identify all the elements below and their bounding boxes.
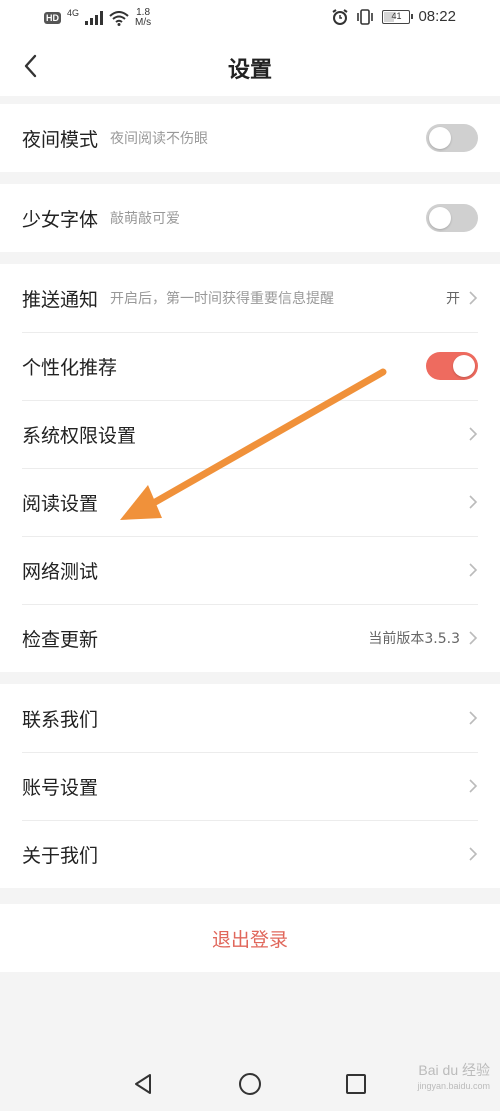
personalized-recommend-title: 个性化推荐: [22, 356, 118, 379]
personalized-recommend-right: [426, 352, 478, 380]
personalized-recommend-toggle[interactable]: [426, 352, 478, 380]
wifi-icon: [109, 10, 129, 26]
night-mode-row[interactable]: 夜间模式 夜间阅读不伤眼: [0, 104, 500, 172]
girl-font-toggle[interactable]: [426, 204, 478, 232]
account-settings-title: 账号设置: [22, 776, 99, 799]
status-right: 41 08:22: [332, 8, 456, 25]
vibrate-icon: [357, 8, 374, 25]
square-recents-icon[interactable]: [342, 1070, 370, 1098]
push-notification-value: 开: [446, 291, 460, 307]
battery-icon: 41: [382, 9, 414, 24]
chevron-right-icon: [469, 495, 478, 509]
night-mode-subtitle: 夜间阅读不伤眼: [110, 131, 209, 147]
chevron-right-icon: [469, 847, 478, 861]
logout-button[interactable]: 退出登录: [0, 904, 500, 972]
triangle-back-icon[interactable]: [130, 1070, 158, 1098]
contact-us-right: [468, 710, 478, 726]
push-notification-row[interactable]: 推送通知 开启后，第一时间获得重要信息提醒 开: [0, 264, 500, 332]
logout-label: 退出登录: [211, 928, 288, 951]
navigation-bar: Bai du 经验 jingyan.baidu.com: [0, 1056, 500, 1111]
girl-font-right: [426, 204, 478, 232]
status-left: HD 4G 1.8 M/s: [44, 8, 151, 28]
watermark-text: Bai du 经验: [418, 1062, 490, 1078]
girl-font-subtitle: 敲萌敲可爱: [110, 211, 181, 227]
push-notification-subtitle: 开启后，第一时间获得重要信息提醒: [110, 291, 335, 307]
section-night-mode: 夜间模式 夜间阅读不伤眼: [0, 104, 500, 172]
system-permissions-row[interactable]: 系统权限设置: [0, 400, 500, 468]
header: 设置: [0, 36, 500, 96]
reading-settings-right: [468, 494, 478, 510]
about-us-right: [468, 846, 478, 862]
network-test-right: [468, 562, 478, 578]
signal-icon: [85, 11, 104, 25]
push-notification-right: 开: [446, 288, 478, 308]
signal-type-label: 4G: [67, 8, 80, 18]
current-version-value: 当前版本3.5.3: [368, 631, 460, 647]
check-update-right: 当前版本3.5.3: [368, 628, 478, 648]
alarm-icon: [332, 8, 349, 25]
night-mode-right: [426, 124, 478, 152]
push-notification-title: 推送通知: [22, 288, 99, 311]
chevron-right-icon: [469, 711, 478, 725]
about-us-title: 关于我们: [22, 844, 99, 867]
chevron-right-icon: [469, 779, 478, 793]
system-permissions-right: [468, 426, 478, 442]
girl-font-title: 少女字体: [22, 208, 99, 231]
page-title: 设置: [227, 58, 272, 83]
reading-settings-title: 阅读设置: [22, 492, 99, 515]
network-test-row[interactable]: 网络测试: [0, 536, 500, 604]
clock: 08:22: [418, 8, 456, 25]
toggle-knob: [429, 127, 451, 149]
personalized-recommend-row[interactable]: 个性化推荐: [0, 332, 500, 400]
girl-font-row[interactable]: 少女字体 敲萌敲可爱: [0, 184, 500, 252]
account-settings-right: [468, 778, 478, 794]
circle-home-icon[interactable]: [236, 1070, 264, 1098]
chevron-right-icon: [469, 631, 478, 645]
watermark: Bai du 经验 jingyan.baidu.com: [417, 1062, 490, 1094]
toggle-knob: [429, 207, 451, 229]
account-settings-row[interactable]: 账号设置: [0, 752, 500, 820]
net-speed: 1.8 M/s: [135, 8, 151, 28]
check-update-title: 检查更新: [22, 628, 99, 651]
network-test-title: 网络测试: [22, 560, 99, 583]
night-mode-toggle[interactable]: [426, 124, 478, 152]
about-us-row[interactable]: 关于我们: [0, 820, 500, 888]
chevron-right-icon: [469, 427, 478, 441]
hd-badge: HD: [44, 12, 61, 24]
section-girl-font: 少女字体 敲萌敲可爱: [0, 184, 500, 252]
night-mode-title: 夜间模式: [22, 128, 99, 151]
chevron-right-icon: [469, 563, 478, 577]
watermark-sub: jingyan.baidu.com: [417, 1081, 490, 1091]
status-bar: HD 4G 1.8 M/s 41 08:22: [0, 0, 500, 36]
system-permissions-title: 系统权限设置: [22, 424, 137, 447]
check-update-row[interactable]: 检查更新 当前版本3.5.3: [0, 604, 500, 672]
contact-us-row[interactable]: 联系我们: [0, 684, 500, 752]
net-speed-unit: M/s: [135, 17, 152, 28]
contact-us-title: 联系我们: [22, 708, 99, 731]
section-general: 推送通知 开启后，第一时间获得重要信息提醒 开 个性化推荐 系统权限设置 阅读设…: [0, 264, 500, 672]
battery-level: 41: [391, 10, 402, 21]
section-about: 联系我们 账号设置 关于我们: [0, 684, 500, 888]
toggle-knob: [453, 355, 475, 377]
chevron-right-icon: [469, 291, 478, 305]
reading-settings-row[interactable]: 阅读设置: [0, 468, 500, 536]
